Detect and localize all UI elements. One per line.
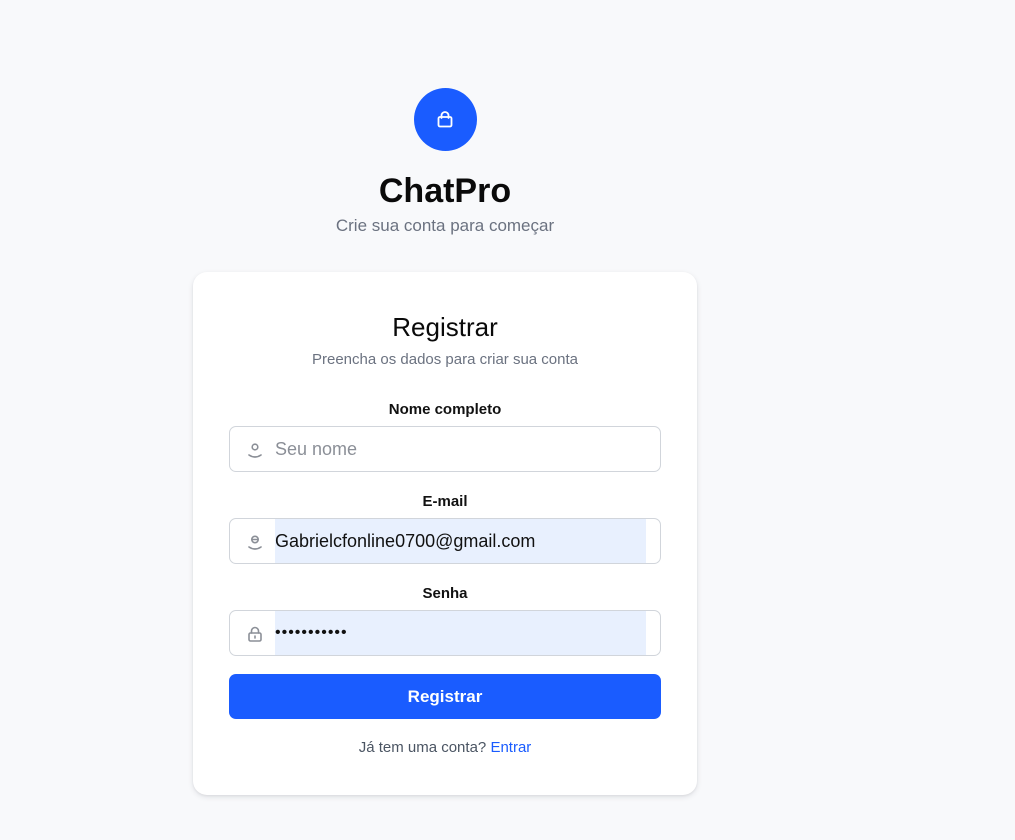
app-subtitle: Crie sua conta para começar bbox=[335, 216, 555, 235]
login-prompt: Já tem uma conta? Entrar bbox=[229, 739, 661, 757]
brand-header: ChatPro Crie sua conta para começar bbox=[245, 88, 645, 236]
user-icon bbox=[245, 440, 265, 460]
email-label: E-mail bbox=[422, 493, 468, 510]
register-button[interactable]: Registrar bbox=[229, 674, 661, 719]
name-label: Nome completo bbox=[388, 401, 502, 418]
register-card: Registrar Preencha os dados para criar s… bbox=[193, 272, 697, 795]
login-prompt-text: Já tem uma conta? bbox=[358, 739, 487, 756]
logo bbox=[413, 88, 477, 151]
email-input[interactable] bbox=[275, 519, 646, 563]
mail-user-icon bbox=[245, 532, 265, 552]
password-input[interactable] bbox=[275, 611, 646, 655]
lock-icon bbox=[245, 624, 265, 644]
login-link[interactable]: Entrar bbox=[490, 739, 531, 756]
form-subtitle: Preencha os dados para criar sua conta bbox=[312, 351, 578, 368]
shopping-bag-icon bbox=[437, 110, 453, 127]
form-title: Registrar bbox=[392, 312, 498, 342]
email-input-wrapper bbox=[229, 518, 661, 564]
password-input-wrapper bbox=[229, 610, 661, 656]
app-title: ChatPro bbox=[378, 172, 512, 210]
password-label: Senha bbox=[422, 585, 468, 602]
name-input-wrapper bbox=[229, 426, 661, 472]
name-input[interactable] bbox=[275, 427, 646, 471]
